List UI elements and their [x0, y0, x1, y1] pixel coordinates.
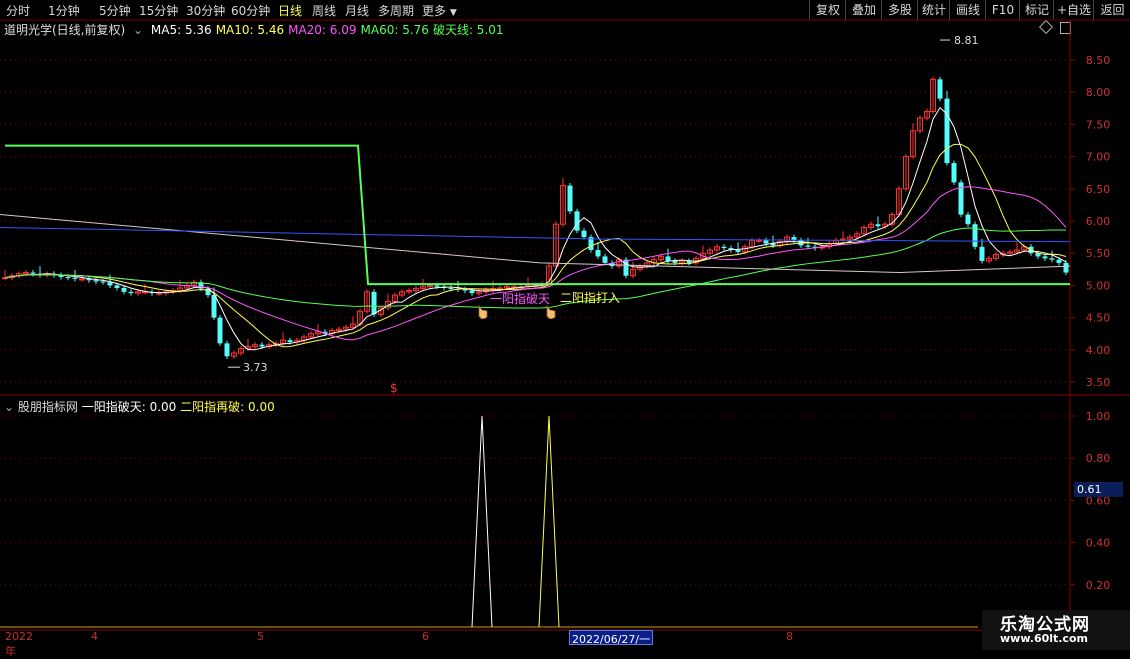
high-label: 8.81 [954, 34, 979, 47]
indicator-name: 股朋指标网 [17, 400, 78, 414]
price-label: 8.00 [1086, 86, 1111, 99]
candle-down [581, 230, 587, 238]
watermark-logo: 乐淘公式网 www.60lt.com [982, 610, 1130, 650]
cursor-value-label: 0.61 [1074, 482, 1123, 497]
candle-up [497, 287, 503, 290]
indicator-value-2: 二阳指再破: 0.00 [180, 400, 275, 414]
blue-trend-line [0, 226, 1071, 243]
ind-axis-label: 1.00 [1086, 410, 1111, 423]
candle-down [114, 285, 120, 288]
price-label: 3.50 [1086, 376, 1111, 389]
candle-down [735, 249, 741, 252]
candle-down [287, 340, 293, 343]
candle-down [121, 287, 127, 292]
long-trend-line [0, 214, 1071, 274]
break-sky-line [5, 144, 1070, 286]
signal1-label: 一阳指破天 [490, 291, 550, 306]
price-label: 7.00 [1086, 151, 1111, 164]
ma10-line [4, 143, 1067, 348]
price-label: 6.00 [1086, 215, 1111, 228]
candle-down [371, 291, 377, 315]
candle-down [937, 79, 943, 99]
candle-down [721, 246, 727, 249]
candle-down [259, 344, 265, 347]
low-label: 3.73 [243, 361, 268, 374]
candle-down [30, 272, 36, 274]
candle-down [965, 214, 971, 225]
collapse-icon[interactable]: ⌄ [4, 400, 14, 414]
candle-down [128, 291, 134, 294]
indicator-label: ⌄ 股朋指标网 一阳指破天: 0.00 二阳指再破: 0.00 [4, 398, 275, 415]
indicator-spike-1 [471, 415, 493, 628]
date-label-jun: 6 [422, 630, 429, 643]
ma20-line [4, 186, 1067, 341]
candle-down [65, 277, 71, 279]
candle-down [93, 280, 99, 282]
candle-down [1042, 256, 1048, 259]
price-label: 5.00 [1086, 279, 1111, 292]
candle-down [944, 98, 950, 164]
candle-down [1063, 262, 1069, 273]
date-cursor-label: 2022/06/27/一 [569, 630, 654, 646]
signal2-label: 二阳指打入 [560, 290, 620, 305]
candle-down [1056, 259, 1062, 263]
ind-axis-label: 0.80 [1086, 452, 1111, 465]
candle-down [763, 240, 769, 244]
ind-axis-label: 0.40 [1086, 537, 1111, 550]
price-label: 8.50 [1086, 54, 1111, 67]
candle-up [156, 292, 162, 295]
candle-down [100, 281, 106, 283]
candle-down [665, 256, 671, 261]
ind-axis-label: 0.20 [1086, 579, 1111, 592]
ma5-line [4, 106, 1067, 351]
candle-down [211, 295, 217, 318]
candle-up [756, 239, 762, 242]
date-label-may: 5 [257, 630, 264, 643]
date-label-apr: 4 [91, 630, 98, 643]
indicator-spike-2 [538, 415, 560, 628]
candle-down [462, 289, 468, 291]
candle-down [602, 256, 608, 263]
candle-down [979, 246, 985, 261]
candle-down [72, 277, 78, 279]
date-label-year: 2022年 [5, 630, 33, 658]
kline-chart: 8.50 8.00 7.50 7.00 6.50 6.00 5.50 5.00 4.50 4.00… [0, 19, 1130, 631]
price-label: 4.00 [1086, 344, 1111, 357]
candle-down [574, 211, 580, 231]
candle-down [972, 224, 978, 247]
candle-up [79, 278, 85, 281]
candle-down [217, 317, 223, 344]
candle-down [469, 290, 475, 294]
price-label: 6.50 [1086, 183, 1111, 196]
price-label: 4.50 [1086, 312, 1111, 325]
candle-down [672, 260, 678, 263]
candle-down [107, 282, 113, 286]
candle-down [875, 224, 881, 227]
candle-down [224, 343, 230, 357]
indicator-value-1: 一阳指破天: 0.00 [81, 400, 177, 414]
candle-down [805, 245, 811, 247]
candle-down [434, 285, 440, 287]
date-label-aug: 8 [786, 630, 793, 643]
hand-pointer-icon [546, 304, 556, 320]
candle-down [1049, 258, 1055, 260]
price-label: 7.50 [1086, 118, 1111, 131]
s-marker: $ [390, 381, 398, 395]
candle-down [623, 259, 629, 276]
candle-down [595, 249, 601, 257]
candle-down [567, 185, 573, 212]
candle-down [951, 163, 957, 183]
price-label: 5.50 [1086, 247, 1111, 260]
candle-down [448, 287, 454, 289]
watermark-url: www.60lt.com [1000, 632, 1089, 645]
